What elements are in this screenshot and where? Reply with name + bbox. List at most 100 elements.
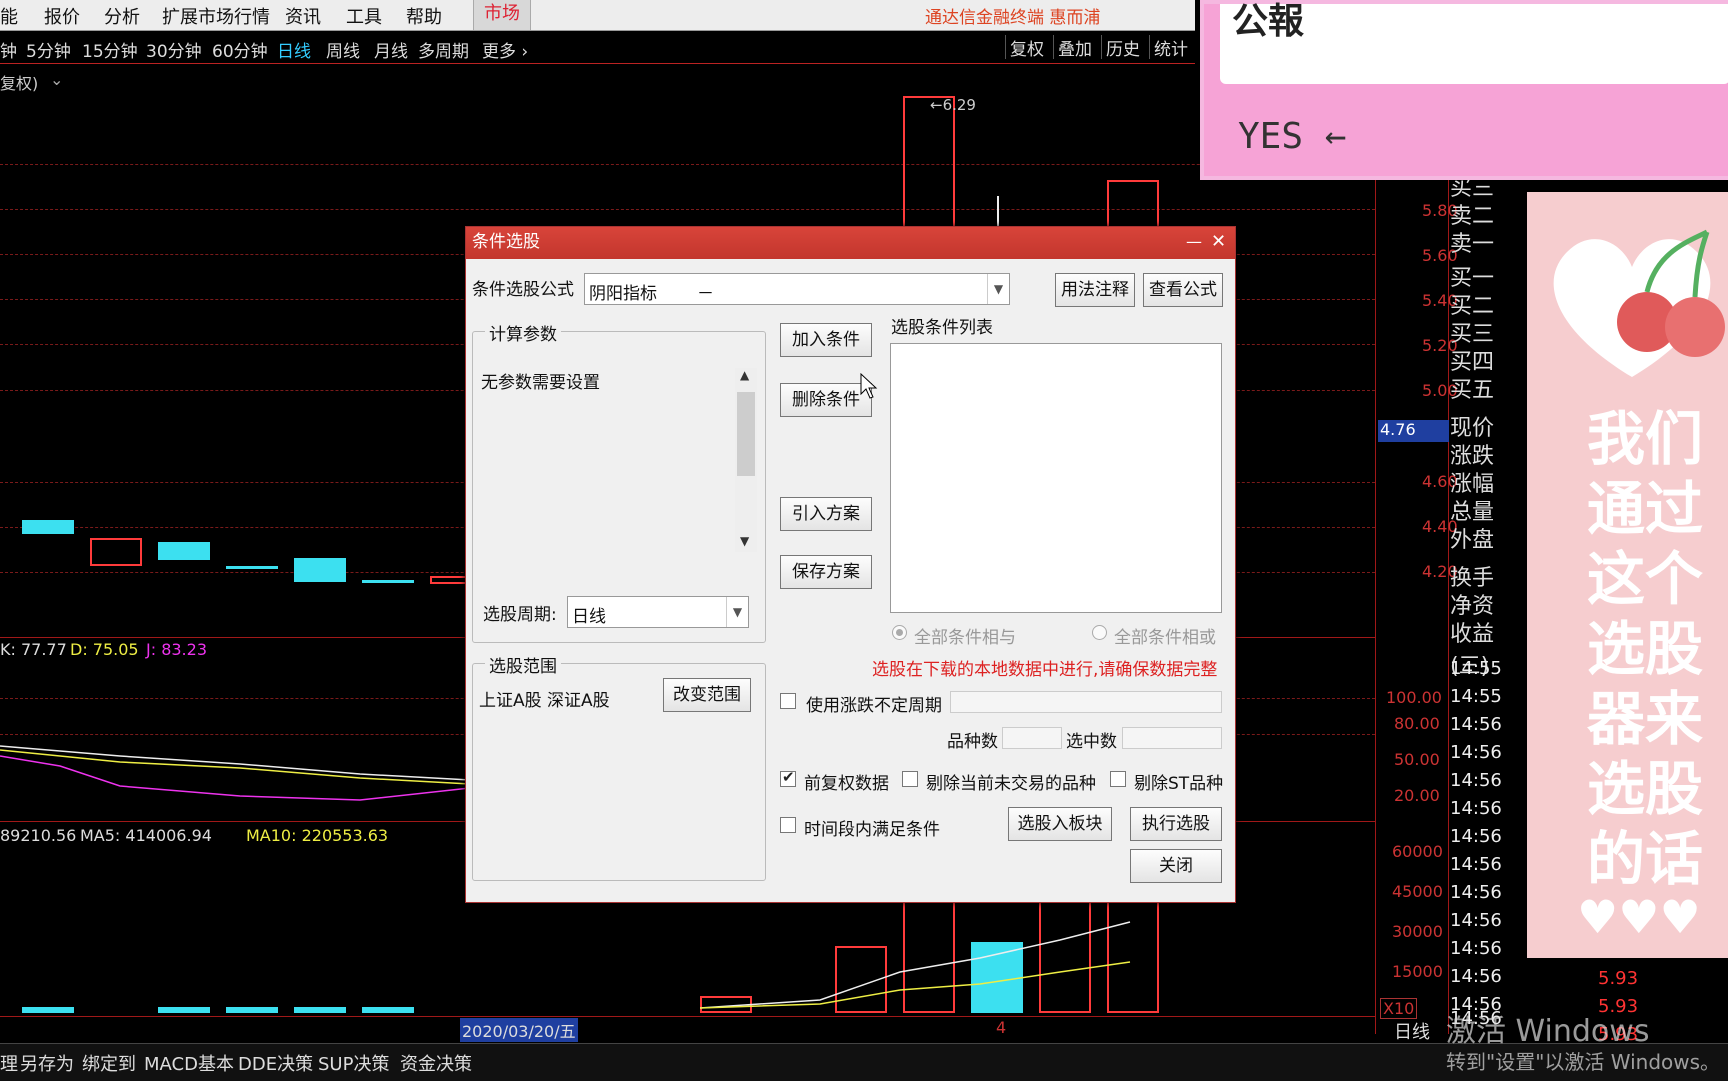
save-plan-button[interactable]: 保存方案	[780, 555, 872, 589]
period-5min[interactable]: 5分钟	[26, 37, 71, 62]
overlay-sticker-right: 我们 通过 这个 选股 器来 选股 的话 ♥♥♥	[1527, 192, 1728, 958]
candle	[226, 566, 278, 569]
add-condition-button[interactable]: 加入条件	[780, 323, 872, 357]
volume-tick: 60000	[1392, 842, 1443, 861]
side-label: 卖一	[1450, 232, 1495, 257]
condition-list[interactable]	[890, 343, 1222, 613]
minimize-icon[interactable]: —	[1186, 227, 1202, 257]
period-daily[interactable]: 日线	[277, 37, 311, 62]
quote-side-labels: 买三 卖二 卖一 买一 买二 买三 买四 买五 现价 涨跌 涨幅 总量 外盘 换…	[1450, 170, 1530, 679]
tab-bind-to[interactable]: 绑定到	[82, 1050, 136, 1076]
period-condition-checkbox[interactable]	[780, 817, 796, 833]
period-15min[interactable]: 15分钟	[82, 37, 138, 62]
menu-item-extended-market[interactable]: 扩展市场行情	[162, 3, 270, 29]
tab-fund[interactable]: 资金决策	[400, 1050, 472, 1076]
kdj-tick: 20.00	[1394, 786, 1440, 805]
tab-manage[interactable]: 理	[0, 1050, 18, 1076]
scroll-up-icon[interactable]: ▲	[740, 368, 749, 382]
pre-restore-label: 前复权数据	[804, 774, 889, 794]
menu-item-analysis[interactable]: 分析	[104, 3, 140, 29]
mouse-cursor-icon	[860, 373, 878, 399]
menu-item-market[interactable]: 市场	[473, 0, 531, 30]
tick-time: 14:56	[1450, 966, 1502, 987]
menu-item-function[interactable]: 能	[0, 3, 18, 29]
candle	[430, 576, 470, 584]
activation-watermark-title: 激活 Windows	[1446, 1014, 1650, 1049]
kdj-k: K: 77.77	[0, 640, 67, 659]
period-select[interactable]: 日线 ▼	[567, 596, 749, 628]
execute-selection-button[interactable]: 执行选股	[1130, 807, 1222, 841]
restore-label: 复权)	[0, 74, 39, 93]
period-corner: 日线	[1394, 1022, 1430, 1043]
exclude-untraded-checkbox[interactable]	[902, 771, 918, 787]
period-value: 日线	[572, 607, 606, 627]
count-label: 品种数	[947, 732, 998, 752]
close-button[interactable]: 关闭	[1130, 849, 1222, 883]
tool-history[interactable]: 历史	[1101, 35, 1144, 60]
formula-select[interactable]: 阴阳指标 － ▼	[584, 273, 1010, 305]
formula-label: 条件选股公式	[472, 280, 574, 300]
menu-item-quote[interactable]: 报价	[44, 3, 80, 29]
radio-all-and[interactable]	[892, 625, 907, 640]
period-30min[interactable]: 30分钟	[146, 37, 202, 62]
tab-save-as[interactable]: 另存为	[20, 1050, 74, 1076]
tab-sup[interactable]: SUP决策	[318, 1050, 389, 1076]
tick-time: 14:56	[1450, 854, 1502, 875]
condition-stock-selection-dialog: 条件选股 — ✕ 条件选股公式 阴阳指标 － ▼ 用法注释 查看公式 计算参数 …	[465, 226, 1236, 903]
overlay-big-text: 这个	[1587, 545, 1704, 613]
exclude-st-checkbox[interactable]	[1110, 771, 1126, 787]
candle	[22, 520, 74, 534]
period-60min[interactable]: 60分钟	[212, 37, 268, 62]
radio-all-or[interactable]	[1092, 625, 1107, 640]
close-icon[interactable]: ✕	[1211, 227, 1226, 257]
uncertain-period-checkbox[interactable]	[780, 693, 796, 709]
tick-time: 14:56	[1450, 938, 1502, 959]
period-minute[interactable]: 钟	[0, 37, 17, 62]
menu-item-help[interactable]: 帮助	[406, 3, 442, 29]
tool-restore[interactable]: 复权	[1005, 35, 1048, 60]
side-label: 外盘	[1450, 528, 1495, 553]
chevron-down-icon[interactable]: ▼	[726, 597, 748, 627]
tab-dde[interactable]: DDE决策	[238, 1050, 313, 1076]
scroll-down-icon[interactable]: ▼	[740, 534, 749, 548]
tick-time: 14:56	[1450, 770, 1502, 791]
delete-condition-button[interactable]: 删除条件	[780, 383, 872, 417]
add-to-block-button[interactable]: 选股入板块	[1008, 807, 1112, 841]
tick-time: 14:56	[1450, 798, 1502, 819]
tool-overlay[interactable]: 叠加	[1053, 35, 1096, 60]
hearts-icon: ♥♥♥	[1577, 890, 1701, 944]
period-more[interactable]: 更多 ›	[482, 37, 528, 62]
period-condition-label: 时间段内满足条件	[804, 820, 940, 840]
volume-ma-lines	[700, 921, 1131, 1009]
period-bar: 钟 5分钟 15分钟 30分钟 60分钟 日线 周线 月线 多周期 更多 › 复…	[0, 31, 1195, 64]
menu-item-tools[interactable]: 工具	[346, 3, 382, 29]
volume-tick: 15000	[1392, 962, 1443, 981]
period-weekly[interactable]: 周线	[326, 37, 360, 62]
scroll-thumb[interactable]	[737, 392, 755, 476]
volume-tick: 45000	[1392, 882, 1443, 901]
tick-time: 14:56	[1450, 826, 1502, 847]
view-formula-button[interactable]: 查看公式	[1143, 273, 1223, 307]
condition-list-label: 选股条件列表	[891, 318, 993, 338]
params-scrollbar[interactable]: ▲ ▼	[735, 368, 757, 552]
dialog-titlebar[interactable]: 条件选股 — ✕	[466, 227, 1235, 259]
cherry-icon	[1553, 229, 1725, 377]
period-monthly[interactable]: 月线	[374, 37, 408, 62]
count-field	[1002, 727, 1062, 749]
usage-notes-button[interactable]: 用法注释	[1055, 273, 1135, 307]
side-label: 买五	[1450, 378, 1495, 403]
menu-item-news[interactable]: 资讯	[285, 3, 321, 29]
change-range-button[interactable]: 改变范围	[663, 678, 751, 712]
candle	[90, 538, 142, 566]
tool-statistics[interactable]: 统计	[1149, 35, 1192, 60]
tab-macd[interactable]: MACD基本	[144, 1050, 234, 1076]
chevron-down-icon[interactable]: ▼	[987, 274, 1009, 304]
volume-ma5: MA5: 414006.94	[80, 826, 212, 845]
overlay-top-text: 公報	[1232, 1, 1305, 42]
params-group: 计算参数 无参数需要设置 ▲ ▼ 选股周期: 日线 ▼	[472, 320, 766, 643]
overlay-big-text: 我们	[1587, 405, 1704, 473]
restore-dropdown-icon[interactable]: ⌄	[50, 70, 63, 89]
pre-restore-checkbox[interactable]: ✔	[780, 768, 796, 787]
import-plan-button[interactable]: 引入方案	[780, 497, 872, 531]
period-multi[interactable]: 多周期	[418, 37, 469, 62]
